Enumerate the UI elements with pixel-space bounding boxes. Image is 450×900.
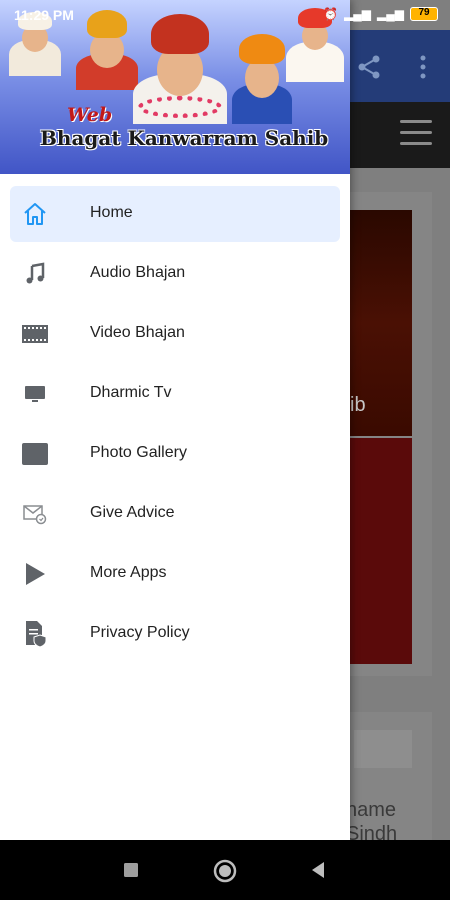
- mail-advice-icon: [20, 499, 50, 529]
- menu-item-label: More Apps: [90, 564, 167, 581]
- music-note-icon: [20, 259, 50, 289]
- header-title: Bhagat Kanwarram Sahib: [40, 126, 329, 150]
- film-icon: [20, 319, 50, 349]
- menu-item-photo-gallery[interactable]: Photo Gallery: [0, 424, 350, 484]
- menu-item-label: Audio Bhajan: [90, 264, 186, 281]
- more-vert-icon[interactable]: [418, 54, 428, 80]
- menu-item-label: Photo Gallery: [90, 444, 187, 461]
- signal-icon: ▂▄▆: [344, 7, 372, 21]
- menu-item-label: Give Advice: [90, 504, 175, 521]
- share-icon[interactable]: [354, 52, 384, 82]
- status-time: 11:29 PM: [14, 7, 74, 23]
- menu-item-more-apps[interactable]: More Apps: [0, 544, 350, 604]
- menu-item-audio-bhajan[interactable]: Audio Bhajan: [0, 244, 350, 304]
- play-icon: [20, 559, 50, 589]
- navigation-drawer: Web Bhagat Kanwarram Sahib Home Audio Bh…: [0, 0, 350, 840]
- menu-item-video-bhajan[interactable]: Video Bhajan: [0, 304, 350, 364]
- menu-item-give-advice[interactable]: Give Advice: [0, 484, 350, 544]
- signal-icon: ▂▄▆: [377, 7, 404, 21]
- menu-item-label: Home: [90, 204, 133, 221]
- system-navigation-bar: [0, 840, 450, 900]
- status-icons: ⏰ ▂▄▆ ▂▄▆ 79: [323, 7, 438, 21]
- header-web-label: Web: [67, 104, 113, 126]
- alarm-icon: ⏰: [323, 7, 339, 21]
- photo-icon: [20, 439, 50, 469]
- home-button[interactable]: [213, 859, 237, 883]
- privacy-document-icon: [20, 619, 50, 649]
- battery-level: 79: [418, 7, 430, 18]
- menu-item-label: Privacy Policy: [90, 624, 190, 641]
- battery-icon: 79: [410, 7, 438, 21]
- menu-item-privacy-policy[interactable]: Privacy Policy: [0, 604, 350, 664]
- hamburger-menu-icon[interactable]: [400, 120, 432, 148]
- background-partial-text: name Sindh: [346, 799, 398, 840]
- home-icon: [20, 199, 50, 229]
- background-image: [348, 438, 412, 664]
- back-button[interactable]: [310, 861, 326, 879]
- status-bar: 11:29 PM ⏰ ▂▄▆ ▂▄▆ 79: [0, 0, 450, 30]
- drawer-menu: Home Audio Bhajan Video Bhajan Dharmic T…: [0, 184, 350, 664]
- menu-item-label: Dharmic Tv: [90, 384, 172, 401]
- recents-button[interactable]: [123, 862, 139, 878]
- tv-icon: [20, 379, 50, 409]
- menu-item-home[interactable]: Home: [0, 184, 350, 244]
- menu-item-label: Video Bhajan: [90, 324, 185, 341]
- menu-item-dharmic-tv[interactable]: Dharmic Tv: [0, 364, 350, 424]
- background-partial-text: ib: [350, 394, 366, 416]
